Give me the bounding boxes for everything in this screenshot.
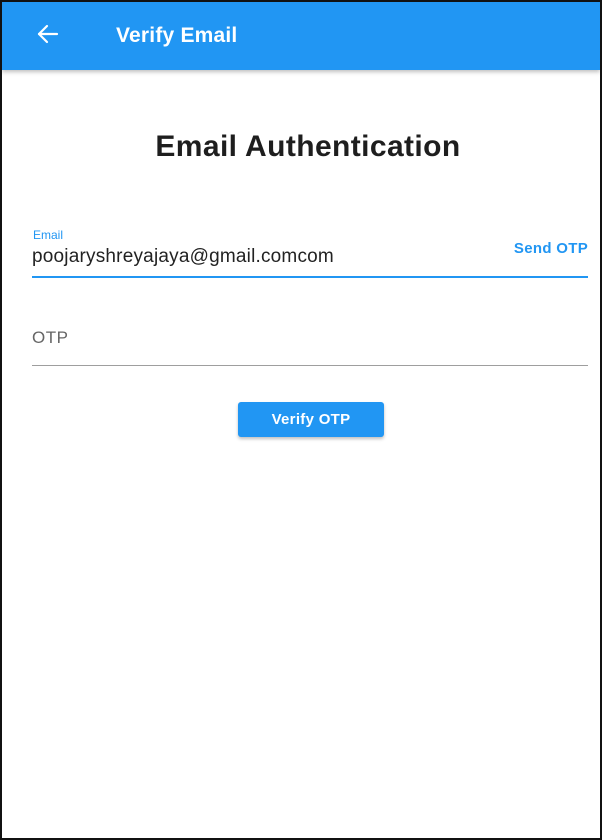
verify-otp-button[interactable]: Verify OTP <box>238 402 384 437</box>
back-button[interactable] <box>32 22 64 50</box>
otp-input-placeholder[interactable]: OTP <box>32 328 68 348</box>
email-field[interactable]: Email poojaryshreyajaya@gmail.comcom Sen… <box>32 224 588 278</box>
otp-field[interactable]: OTP <box>32 318 588 366</box>
phone-screen: Verify Email Email Authentication Email … <box>0 0 602 840</box>
email-field-label: Email <box>33 228 64 242</box>
email-input[interactable]: poojaryshreyajaya@gmail.comcom <box>32 246 334 268</box>
app-bar: Verify Email <box>2 2 600 70</box>
send-otp-button[interactable]: Send OTP <box>514 240 588 257</box>
page-title: Verify Email <box>116 24 238 47</box>
arrow-left-icon <box>37 24 59 49</box>
section-heading: Email Authentication <box>155 130 461 163</box>
